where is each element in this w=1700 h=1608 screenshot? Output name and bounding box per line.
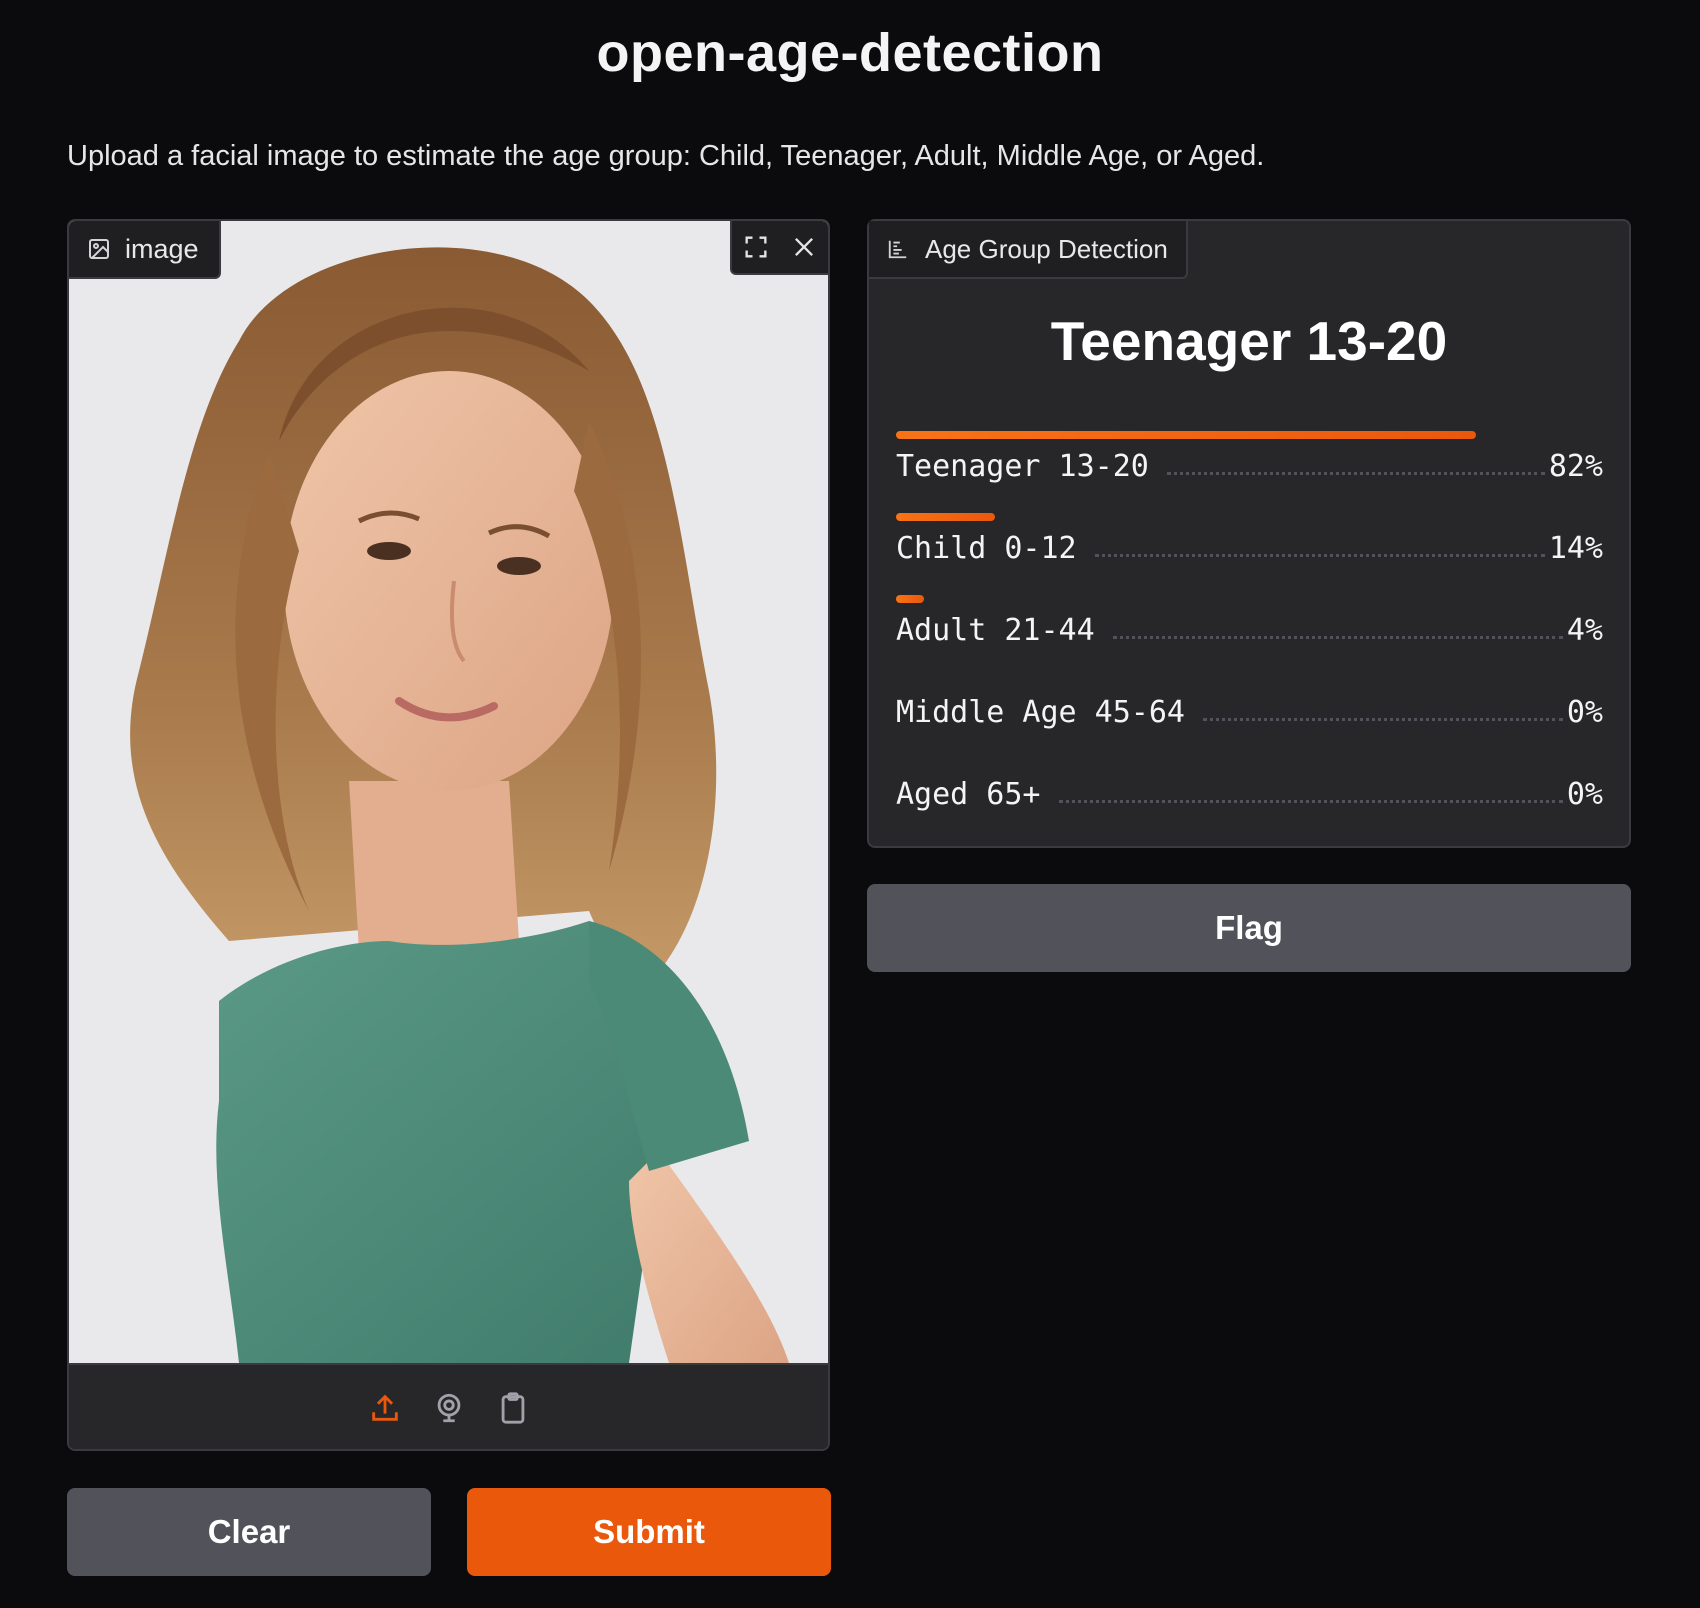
output-tab: Age Group Detection <box>869 221 1188 279</box>
close-icon[interactable] <box>780 223 828 271</box>
dotted-leader <box>1112 636 1563 639</box>
confidence-row[interactable]: Child 0-12 14% <box>896 513 1603 595</box>
confidence-label: Aged 65+ <box>896 777 1041 812</box>
dotted-leader <box>1166 472 1545 475</box>
dotted-leader <box>1202 718 1563 721</box>
flag-button[interactable]: Flag <box>867 884 1631 972</box>
confidence-row[interactable]: Middle Age 45-64 0% <box>896 677 1603 759</box>
webcam-icon[interactable] <box>429 1388 469 1428</box>
confidence-row[interactable]: Adult 21-44 4% <box>896 595 1603 677</box>
confidence-label: Teenager 13-20 <box>896 449 1149 484</box>
clipboard-icon[interactable] <box>493 1388 533 1428</box>
confidence-label: Middle Age 45-64 <box>896 695 1185 730</box>
image-tab: image <box>69 221 221 279</box>
page-title: open-age-detection <box>596 23 1104 83</box>
confidence-row[interactable]: Teenager 13-20 82% <box>896 431 1603 513</box>
fullscreen-icon[interactable] <box>732 223 780 271</box>
output-tab-label: Age Group Detection <box>925 233 1168 264</box>
confidence-percent: 0% <box>1566 777 1603 812</box>
confidence-label: Adult 21-44 <box>896 613 1095 648</box>
confidence-percent: 14% <box>1548 531 1603 566</box>
image-input-panel[interactable]: image <box>67 219 830 1451</box>
upload-icon[interactable] <box>365 1388 405 1428</box>
confidence-percent: 4% <box>1566 613 1603 648</box>
predicted-label: Teenager 13-20 <box>1050 310 1448 372</box>
confidence-percent: 0% <box>1566 695 1603 730</box>
age-group-output-panel: Age Group Detection Teenager 13-20 Teena… <box>867 219 1631 848</box>
image-source-toolbar <box>69 1363 828 1449</box>
confidence-bar <box>896 431 1476 439</box>
dotted-leader <box>1094 554 1545 557</box>
bar-chart-icon <box>887 238 909 260</box>
clear-button[interactable]: Clear <box>67 1488 431 1576</box>
uploaded-photo <box>69 221 828 1363</box>
image-toolbar <box>730 221 828 275</box>
confidence-row[interactable]: Aged 65+ 0% <box>896 759 1603 841</box>
confidence-bar <box>896 595 924 603</box>
image-icon <box>87 237 111 261</box>
submit-button[interactable]: Submit <box>467 1488 831 1576</box>
confidence-bar <box>896 513 995 521</box>
confidence-label: Child 0-12 <box>896 531 1077 566</box>
confidence-list: Teenager 13-20 82% Child 0-12 14% Adult … <box>896 431 1603 841</box>
confidence-percent: 82% <box>1548 449 1603 484</box>
page-description: Upload a facial image to estimate the ag… <box>67 140 1265 172</box>
image-tab-label: image <box>125 233 199 264</box>
dotted-leader <box>1058 800 1563 803</box>
